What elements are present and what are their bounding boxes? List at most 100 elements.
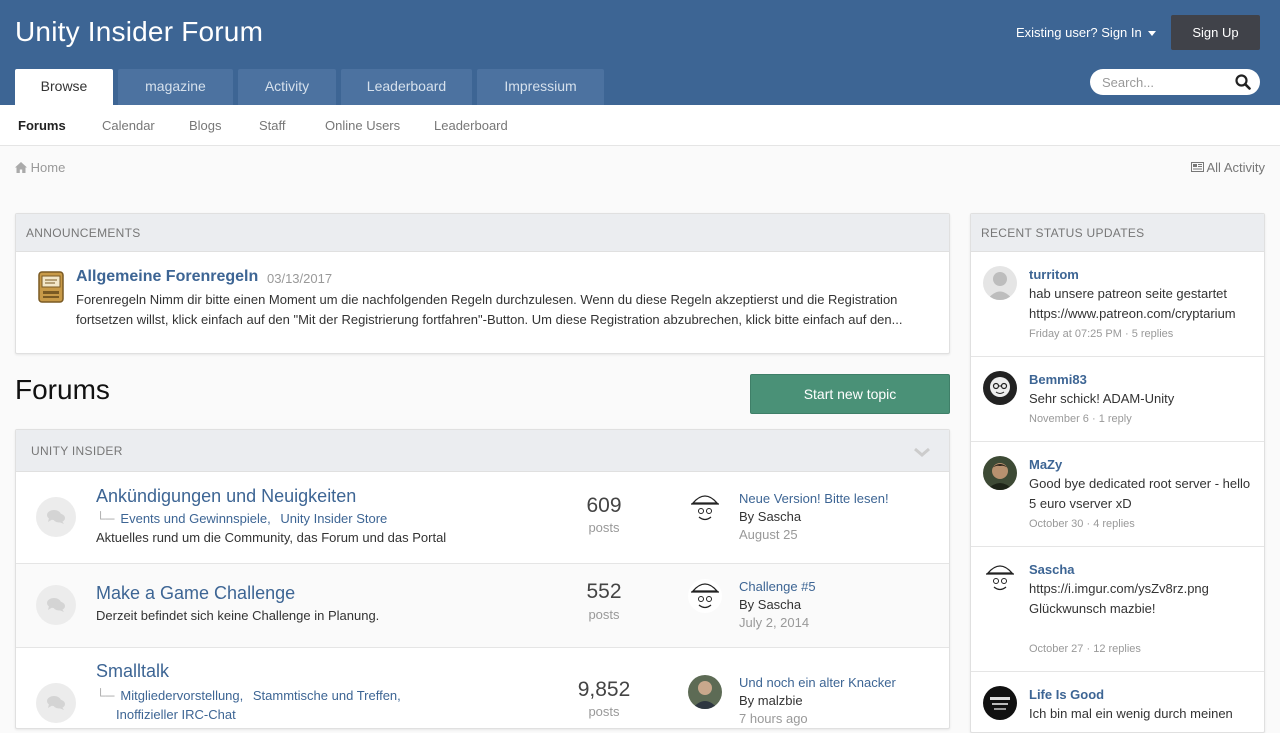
status-text: Good bye dedicated root server - hello 5… [1029, 476, 1251, 511]
subforum-list: └─ Mitgliedervorstellung, Stammtische und… [96, 686, 436, 724]
last-post: Challenge #5 By Sascha July 2, 2014 [739, 578, 816, 632]
subforum-link[interactable]: Events und Gewinnspiele, [120, 511, 270, 526]
search-input[interactable] [1102, 69, 1232, 95]
tab-impressium[interactable]: Impressium [477, 69, 604, 105]
site-title[interactable]: Unity Insider Forum [15, 16, 263, 48]
life-is-good-avatar-icon [983, 686, 1017, 720]
forum-status-icon [36, 497, 76, 537]
post-count: 9,852 [577, 678, 631, 701]
all-activity-label: All Activity [1206, 160, 1265, 175]
comments-icon [47, 510, 65, 524]
subforum-link[interactable]: Mitgliedervorstellung, [120, 688, 243, 703]
last-post-title[interactable]: Neue Version! Bitte lesen! [739, 490, 889, 508]
site-header: Unity Insider Forum Existing user? Sign … [0, 0, 1280, 105]
category-heading: Unity Insider [16, 430, 949, 472]
forum-title[interactable]: Make a Game Challenge [96, 583, 295, 604]
avatar[interactable] [983, 371, 1017, 405]
tab-browse[interactable]: Browse [15, 69, 113, 105]
subnav-staff[interactable]: Staff [259, 118, 286, 133]
status-text: Ich bin mal ein wenig durch meinen [1029, 706, 1233, 721]
mazy-avatar-icon [983, 456, 1017, 490]
caret-down-icon [1147, 31, 1156, 37]
subforum-link[interactable]: Stammtische und Treffen, [253, 688, 401, 703]
category-title[interactable]: Unity Insider [31, 444, 123, 458]
avatar[interactable] [688, 675, 722, 709]
subforum-list: └─ Events und Gewinnspiele, Unity Insider… [96, 511, 393, 526]
home-icon [15, 162, 27, 173]
forums-heading: Forums [15, 374, 110, 405]
main-nav: Browse magazine Activity Leaderboard Imp… [15, 69, 604, 105]
breadcrumb[interactable]: Home [15, 160, 65, 175]
subnav-leaderboard[interactable]: Leaderboard [434, 118, 508, 133]
status-meta[interactable]: November 6 · 1 reply [1029, 413, 1132, 425]
avatar[interactable] [688, 579, 722, 613]
sub-nav: Forums Calendar Blogs Staff Online Users… [0, 105, 1280, 146]
tab-leaderboard[interactable]: Leaderboard [341, 69, 472, 105]
breadcrumb-home: Home [30, 160, 66, 175]
status-item: Life Is Good Ich bin mal ein wenig durch… [971, 672, 1264, 732]
search-box [1090, 69, 1260, 95]
status-item: Bemmi83 Sehr schick! ADAM-Unity November… [971, 357, 1264, 442]
forum-title[interactable]: Smalltalk [96, 661, 169, 682]
last-post-date: 7 hours ago [739, 711, 808, 726]
default-avatar-icon [983, 266, 1017, 300]
status-author[interactable]: Bemmi83 [1029, 372, 1087, 387]
tab-activity[interactable]: Activity [238, 69, 336, 105]
comments-icon [47, 696, 65, 710]
newspaper-icon [1190, 162, 1204, 172]
status-author[interactable]: Sascha [1029, 562, 1075, 577]
announcement-date: 03/13/2017 [267, 271, 333, 286]
last-post: Neue Version! Bitte lesen! By Sascha Aug… [739, 490, 889, 544]
subforum-link[interactable]: Unity Insider Store [280, 511, 387, 526]
start-new-topic-button[interactable]: Start new topic [750, 374, 950, 414]
subnav-online-users[interactable]: Online Users [325, 118, 400, 133]
forum-row: Ankündigungen und Neuigkeiten └─ Events u… [16, 472, 949, 564]
avatar[interactable] [983, 456, 1017, 490]
announcement-icon [38, 271, 64, 303]
bemmi83-avatar-icon [983, 371, 1017, 405]
avatar[interactable] [983, 686, 1017, 720]
status-text: https://i.imgur.com/ysZv8rz.png Glückwun… [1029, 581, 1209, 616]
last-post-date: July 2, 2014 [739, 615, 810, 630]
search-icon[interactable] [1235, 74, 1251, 90]
avatar[interactable] [983, 266, 1017, 300]
last-post-date: August 25 [739, 527, 798, 542]
post-count: 552 [586, 580, 622, 603]
last-post-author: By Sascha [739, 509, 802, 524]
forum-category-unity-insider: Unity Insider Ankündigungen und Neuigkei… [15, 429, 950, 729]
forum-row: Smalltalk └─ Mitgliedervorstellung, Stamm… [16, 648, 949, 728]
avatar[interactable] [983, 561, 1017, 595]
avatar[interactable] [688, 491, 722, 525]
status-updates-heading: Recent Status Updates [971, 214, 1264, 252]
sign-in-link[interactable]: Existing user? Sign In [1016, 25, 1156, 40]
announcements-heading: Announcements [16, 214, 949, 252]
chevron-down-icon[interactable] [913, 446, 931, 458]
forum-title[interactable]: Ankündigungen und Neuigkeiten [96, 486, 356, 507]
last-post-author: By Sascha [739, 597, 802, 612]
status-meta[interactable]: October 30 · 4 replies [1029, 518, 1135, 530]
subnav-forums[interactable]: Forums [18, 118, 66, 133]
status-author[interactable]: MaZy [1029, 457, 1062, 472]
status-author[interactable]: Life Is Good [1029, 687, 1104, 702]
status-meta[interactable]: Friday at 07:25 PM · 5 replies [1029, 328, 1173, 340]
sign-up-button[interactable]: Sign Up [1171, 15, 1260, 50]
subforum-corner-icon: └─ [96, 511, 115, 526]
announcements-box: Announcements Allgemeine Forenregeln 03/… [15, 213, 950, 354]
status-updates-box: Recent Status Updates turritom hab unser… [970, 213, 1265, 733]
status-text: Sehr schick! ADAM-Unity [1029, 391, 1175, 406]
all-activity-link[interactable]: All Activity [1190, 160, 1265, 175]
forum-row: Make a Game Challenge Derzeit befindet s… [16, 564, 949, 648]
status-meta[interactable]: October 27 · 12 replies [1029, 643, 1141, 655]
subnav-blogs[interactable]: Blogs [189, 118, 222, 133]
last-post-title[interactable]: Und noch ein alter Knacker [739, 674, 896, 692]
subforum-corner-icon: └─ [96, 688, 115, 703]
post-count-label: posts [588, 704, 620, 719]
subnav-calendar[interactable]: Calendar [102, 118, 155, 133]
status-author[interactable]: turritom [1029, 267, 1079, 282]
announcement-text: Forenregeln Nimm dir bitte einen Moment … [76, 292, 903, 327]
status-text: hab unsere patreon seite gestartet https… [1029, 286, 1236, 321]
last-post-title[interactable]: Challenge #5 [739, 578, 816, 596]
announcement-title[interactable]: Allgemeine Forenregeln [76, 268, 258, 286]
tab-magazine[interactable]: magazine [118, 69, 233, 105]
post-count-label: posts [588, 520, 620, 535]
